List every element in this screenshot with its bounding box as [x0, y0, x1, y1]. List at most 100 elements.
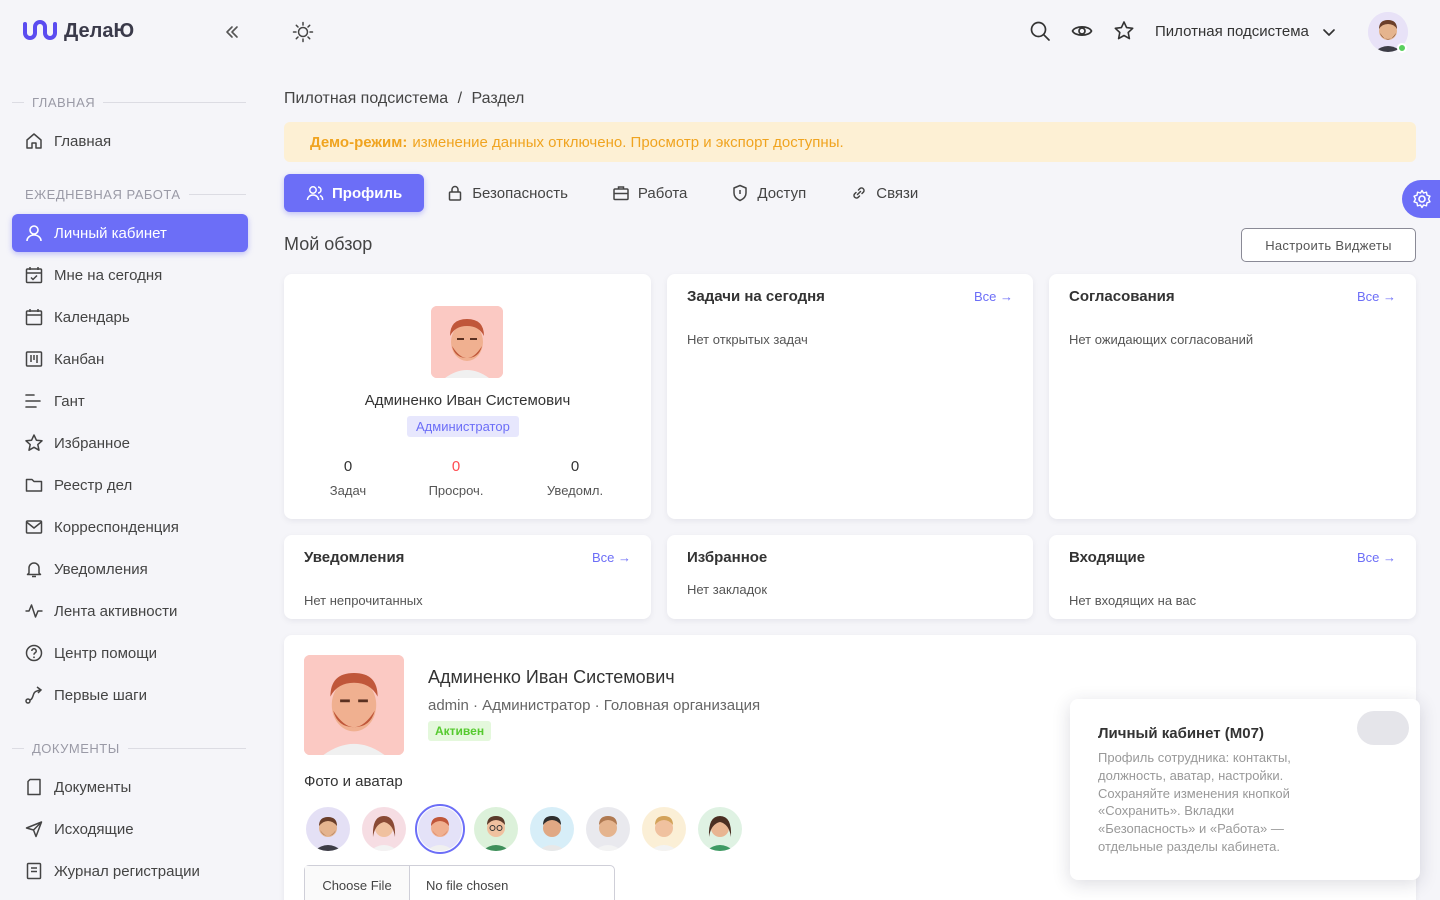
calendar-icon	[25, 309, 43, 326]
profile-tabs: Профиль Безопасность Работа Доступ Связи	[284, 174, 940, 212]
document-icon	[27, 778, 41, 796]
sidebar-item-correspondence[interactable]: Корреспонденция	[12, 508, 248, 546]
folder-icon	[25, 478, 43, 492]
notifications-all-link[interactable]: Все →	[592, 550, 631, 565]
eye-icon	[1071, 26, 1093, 36]
tab-links[interactable]: Связи	[828, 174, 940, 212]
help-circle-icon	[25, 644, 43, 662]
avatar-image	[304, 655, 404, 755]
chevron-down-icon	[1323, 28, 1335, 36]
kanban-icon	[25, 351, 43, 367]
avatar-option[interactable]	[586, 807, 630, 851]
sidebar-item-first-steps[interactable]: Первые шаги	[12, 676, 248, 714]
profile-big-avatar	[304, 655, 404, 755]
theme-toggle-button[interactable]	[292, 21, 314, 48]
avatar-option[interactable]	[530, 807, 574, 851]
stat-tasks[interactable]: 0 Задач	[312, 458, 384, 498]
sidebar-item-registry[interactable]: Реестр дел	[12, 466, 248, 504]
sidebar-item-calendar[interactable]: Календарь	[12, 298, 248, 336]
widget-incoming: Входящие Все → Нет входящих на вас	[1049, 535, 1416, 619]
gantt-icon	[25, 394, 41, 408]
sidebar-item-kanban[interactable]: Канбан	[12, 340, 248, 378]
widget-notifications: Уведомления Все → Нет непрочитанных	[284, 535, 651, 619]
status-badge: Активен	[428, 721, 492, 741]
avatar-option[interactable]	[642, 807, 686, 851]
star-icon	[1114, 21, 1134, 40]
online-status-dot	[1397, 43, 1407, 53]
profile-name: Админенко Иван Системович	[364, 392, 571, 409]
sidebar-item-cabinet[interactable]: Личный кабинет	[12, 214, 248, 252]
file-status: No file chosen	[426, 877, 509, 893]
demo-mode-banner: Демо-режим: изменение данных отключено. …	[284, 122, 1416, 162]
briefcase-icon	[613, 186, 629, 201]
stat-overdue[interactable]: 0 Просроч.	[420, 458, 492, 498]
breadcrumb-root[interactable]: Пилотная подсистема	[284, 90, 448, 107]
overview-title: Мой обзор	[284, 234, 373, 254]
avatar-file-input[interactable]: Choose File No file chosen	[304, 865, 615, 900]
profile-summary-card: Админенко Иван Системович Администратор …	[284, 274, 651, 519]
star-icon	[25, 434, 43, 451]
sidebar-item-journal[interactable]: Журнал регистрации	[12, 852, 248, 890]
help-title: Личный кабинет (М07)	[1098, 725, 1264, 742]
photo-section-label: Фото и аватар	[304, 773, 403, 790]
section-daily: ЕЖЕДНЕВНАЯ РАБОТА	[12, 187, 246, 202]
details-name: Админенко Иван Системович	[428, 667, 675, 687]
avatar-option[interactable]	[362, 807, 406, 851]
sidebar-item-outgoing[interactable]: Исходящие	[12, 810, 248, 848]
role-badge: Администратор	[407, 416, 519, 437]
shield-icon	[733, 184, 748, 202]
approvals-all-link[interactable]: Все →	[1357, 289, 1396, 304]
route-icon	[25, 686, 43, 704]
widget-favorites: Избранное Нет закладок	[667, 535, 1033, 619]
journal-icon	[26, 862, 42, 880]
sidebar: ДелаЮ ГЛАВНАЯ Главная ЕЖЕДНЕВНАЯ РАБОТА …	[0, 0, 260, 900]
activity-icon	[25, 604, 43, 618]
help-toggle[interactable]	[1357, 711, 1409, 745]
users-icon	[306, 186, 324, 201]
profile-avatar	[431, 306, 503, 378]
sidebar-item-help[interactable]: Центр помощи	[12, 634, 248, 672]
avatar-option[interactable]	[474, 807, 518, 851]
sidebar-item-activity[interactable]: Лента активности	[12, 592, 248, 630]
avatar-option-selected[interactable]	[415, 804, 465, 854]
avatar-option[interactable]	[306, 807, 350, 851]
mail-icon	[25, 520, 43, 534]
sidebar-item-documents[interactable]: Документы	[12, 768, 248, 806]
sidebar-item-gantt[interactable]: Гант	[12, 382, 248, 420]
subsystem-selector[interactable]: Пилотная подсистема	[1155, 23, 1337, 40]
choose-file-button[interactable]: Choose File	[305, 866, 410, 900]
sidebar-item-home[interactable]: Главная	[12, 122, 248, 160]
search-button[interactable]	[1029, 20, 1051, 42]
app-logo[interactable]: ДелаЮ	[22, 18, 134, 44]
avatar-choices	[306, 804, 742, 854]
sun-icon	[292, 21, 314, 43]
sidebar-item-favorites[interactable]: Избранное	[12, 424, 248, 462]
view-mode-button[interactable]	[1071, 20, 1093, 42]
help-popover: Личный кабинет (М07) Профиль сотрудника:…	[1070, 699, 1420, 880]
search-icon	[1030, 21, 1050, 41]
section-docs: ДОКУМЕНТЫ	[12, 741, 246, 756]
avatar-option[interactable]	[698, 807, 742, 851]
stat-notifications[interactable]: 0 Уведомл.	[538, 458, 612, 498]
link-icon	[853, 187, 865, 199]
customizer-button[interactable]	[1402, 180, 1440, 218]
tab-work[interactable]: Работа	[590, 174, 710, 212]
widget-tasks-today: Задачи на сегодня Все → Нет открытых зад…	[667, 274, 1033, 519]
tab-security[interactable]: Безопасность	[424, 174, 590, 212]
tab-profile[interactable]: Профиль	[284, 174, 425, 212]
bell-icon	[26, 562, 42, 578]
collapse-sidebar-button[interactable]	[222, 22, 242, 47]
sidebar-item-notifications[interactable]: Уведомления	[12, 550, 248, 588]
sidebar-item-today[interactable]: Мне на сегодня	[12, 256, 248, 294]
calendar-check-icon	[25, 267, 43, 284]
avatar-image	[431, 306, 503, 378]
breadcrumb: Пилотная подсистема / Раздел	[284, 90, 525, 107]
user-icon	[26, 225, 42, 242]
favorite-page-button[interactable]	[1113, 20, 1135, 42]
widget-approvals: Согласования Все → Нет ожидающих согласо…	[1049, 274, 1416, 519]
tasks-all-link[interactable]: Все →	[974, 289, 1013, 304]
configure-widgets-button[interactable]: Настроить Виджеты	[1241, 228, 1416, 262]
incoming-all-link[interactable]: Все →	[1357, 550, 1396, 565]
app-name: ДелаЮ	[64, 19, 135, 42]
tab-access[interactable]: Доступ	[709, 174, 828, 212]
